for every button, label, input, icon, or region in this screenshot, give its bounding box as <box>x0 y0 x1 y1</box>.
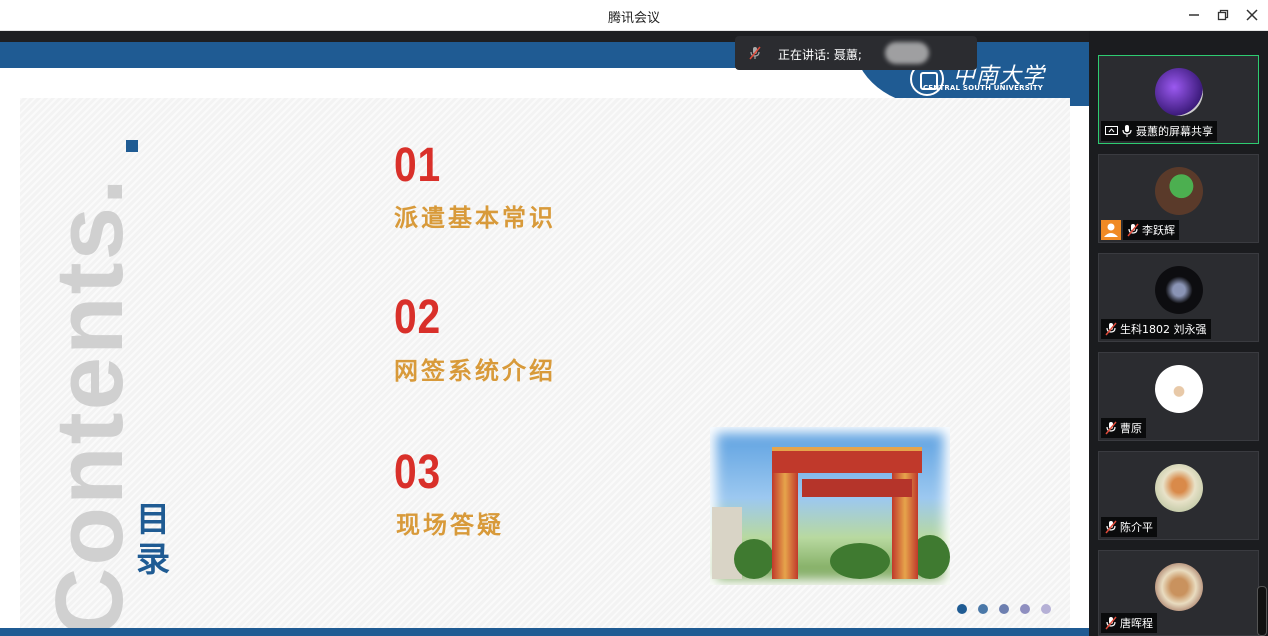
item-number: 03 <box>394 446 442 499</box>
avatar <box>1155 167 1203 215</box>
pager-dot[interactable] <box>1020 604 1030 614</box>
participant-name-tag: 聂蕙的屏幕共享 <box>1101 121 1217 141</box>
speaking-text: 正在讲话: 聂蕙; <box>778 48 862 62</box>
slide: 中南大学 CENTRAL SOUTH UNIVERSITY Contents. … <box>0 42 1089 636</box>
avatar <box>1155 68 1203 116</box>
participants-scrollbar[interactable] <box>1257 586 1267 636</box>
mic-muted-icon <box>1105 520 1117 534</box>
mic-icon <box>1122 125 1132 137</box>
shared-screen: 中南大学 CENTRAL SOUTH UNIVERSITY Contents. … <box>0 31 1089 636</box>
participant-name-tag: 陈介平 <box>1101 517 1157 537</box>
mic-muted-icon <box>1127 223 1139 237</box>
avatar <box>1155 464 1203 512</box>
pager-dot[interactable] <box>999 604 1009 614</box>
item-label: 现场答疑 <box>396 511 504 539</box>
participant-tile[interactable]: 陈介平 <box>1098 451 1259 540</box>
participant-tile[interactable]: 生科1802 刘永强 <box>1098 253 1259 342</box>
slide-bottom-strip <box>0 628 1089 636</box>
university-name-en: CENTRAL SOUTH UNIVERSITY <box>922 84 1043 92</box>
participant-name: 聂蕙的屏幕共享 <box>1136 125 1213 138</box>
participant-name-tag: 生科1802 刘永强 <box>1101 319 1211 339</box>
participant-tile[interactable]: 聂蕙的屏幕共享 <box>1098 55 1259 144</box>
item-number: 02 <box>394 291 442 344</box>
screen-share-icon <box>1105 125 1118 135</box>
participant-name: 生科1802 刘永强 <box>1120 323 1207 336</box>
pager-dot[interactable] <box>957 604 967 614</box>
participant-name: 李跃辉 <box>1142 224 1175 237</box>
item-number: 01 <box>394 139 442 192</box>
mic-muted-icon <box>1105 616 1117 630</box>
participants-panel: 聂蕙的屏幕共享 李跃辉 生科1802 刘永强 曹原 陈介平 唐晖程 <box>1089 31 1268 636</box>
speaker-avatar-blur <box>885 42 929 64</box>
campus-gate-photo <box>710 427 950 585</box>
section-title: 目录 <box>136 500 170 580</box>
participant-name: 陈介平 <box>1120 521 1153 534</box>
restore-icon[interactable] <box>1212 5 1234 25</box>
accent-square <box>126 140 138 152</box>
person-icon <box>1101 220 1121 240</box>
window-title-bar: 腾讯会议 <box>0 0 1268 31</box>
participant-name-tag: 唐晖程 <box>1101 613 1157 633</box>
participant-tile[interactable]: 唐晖程 <box>1098 550 1259 636</box>
participant-tile[interactable]: 曹原 <box>1098 352 1259 441</box>
participant-name: 曹原 <box>1120 422 1142 435</box>
pager-dot[interactable] <box>1041 604 1051 614</box>
close-icon[interactable] <box>1241 5 1263 25</box>
pager-dot[interactable] <box>978 604 988 614</box>
avatar <box>1155 563 1203 611</box>
mic-muted-icon <box>1105 421 1117 435</box>
participant-name: 唐晖程 <box>1120 617 1153 630</box>
participant-name-tag: 曹原 <box>1101 418 1146 438</box>
mic-muted-icon <box>1105 322 1117 336</box>
participant-tile[interactable]: 李跃辉 <box>1098 154 1259 243</box>
item-label: 派遣基本常识 <box>394 204 556 232</box>
avatar <box>1155 266 1203 314</box>
mic-muted-icon <box>749 46 761 60</box>
speaking-indicator: 正在讲话: 聂蕙; <box>735 36 977 70</box>
avatar <box>1155 365 1203 413</box>
minimize-icon[interactable] <box>1183 5 1205 25</box>
window-title: 腾讯会议 <box>607 11 660 26</box>
participant-name-tag: 李跃辉 <box>1123 220 1179 240</box>
item-label: 网签系统介绍 <box>394 357 556 385</box>
contents-watermark: Contents. <box>36 176 143 636</box>
